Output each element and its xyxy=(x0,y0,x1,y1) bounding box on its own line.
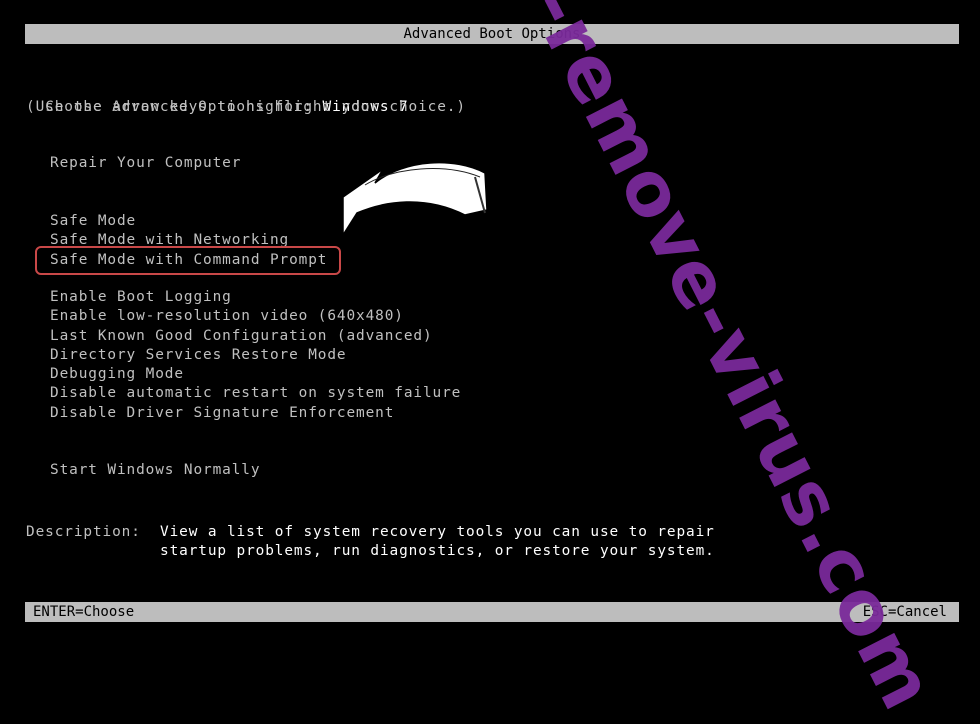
advanced-options-group: Enable Boot Logging Enable low-resolutio… xyxy=(50,288,461,423)
title-bar: Advanced Boot Options xyxy=(25,24,959,44)
menu-item-last-known-good-config[interactable]: Last Known Good Configuration (advanced) xyxy=(50,327,461,346)
description-line-1: View a list of system recovery tools you… xyxy=(160,524,715,540)
menu-item-start-windows-normally[interactable]: Start Windows Normally xyxy=(50,461,260,480)
menu-item-safe-mode[interactable]: Safe Mode xyxy=(50,212,327,231)
arrow-icon xyxy=(342,161,488,238)
menu-item-debugging-mode[interactable]: Debugging Mode xyxy=(50,365,461,384)
menu-item-repair-your-computer[interactable]: Repair Your Computer xyxy=(50,154,241,173)
enter-choose-hint: ENTER=Choose xyxy=(33,604,135,620)
menu-item-directory-services-restore[interactable]: Directory Services Restore Mode xyxy=(50,346,461,365)
menu-item-disable-driver-signature[interactable]: Disable Driver Signature Enforcement xyxy=(50,404,461,423)
highlight-box xyxy=(35,246,341,275)
hint-line: (Use the arrow keys to highlight your ch… xyxy=(26,99,466,115)
menu-item-low-resolution-video[interactable]: Enable low-resolution video (640x480) xyxy=(50,307,461,326)
menu-item-enable-boot-logging[interactable]: Enable Boot Logging xyxy=(50,288,461,307)
description-line-2: startup problems, run diagnostics, or re… xyxy=(160,543,715,559)
description-label: Description: xyxy=(26,524,141,540)
menu-item-disable-auto-restart[interactable]: Disable automatic restart on system fail… xyxy=(50,384,461,403)
